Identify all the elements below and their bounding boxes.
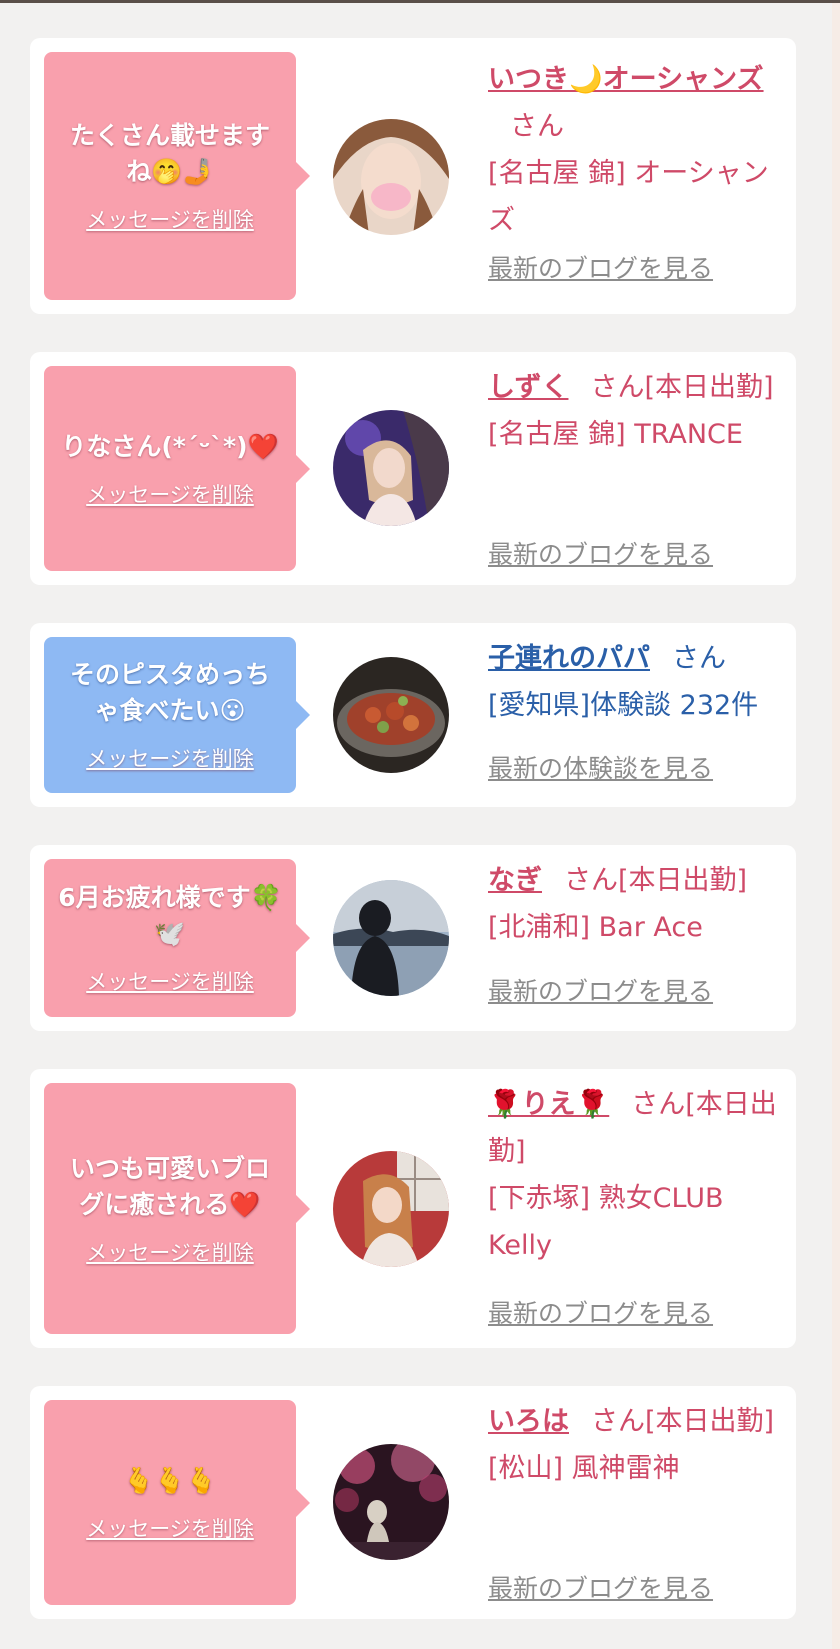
scroll-edge	[832, 3, 840, 1649]
honorific: さん	[510, 111, 564, 142]
avatar[interactable]	[333, 119, 449, 235]
message-text: 🫰🫰🫰	[123, 1465, 217, 1495]
message-bubble: 6月お疲れ様です🍀🕊️ メッセージを削除	[44, 859, 310, 1017]
latest-blog-link[interactable]: 最新のブログを見る	[488, 1294, 713, 1330]
avatar[interactable]	[333, 657, 449, 773]
message-card: りなさん(*´ᵕ`*)❤️ メッセージを削除 しずく さん[本日出勤] [名古屋 …	[30, 352, 796, 585]
message-text: いつも可愛いブログに癒される❤️	[69, 1153, 270, 1219]
shop-label: [下赤塚] 熟女CLUB Kelly	[488, 1183, 724, 1261]
message-bubble: りなさん(*´ᵕ`*)❤️ メッセージを削除	[44, 366, 310, 571]
user-name-line: なぎ さん[本日出勤]	[488, 857, 788, 904]
user-name-link[interactable]: いつき🌙オーシャンズ	[488, 64, 764, 95]
message-text: そのピスタめっちゃ食べたい😮	[69, 660, 270, 725]
avatar[interactable]	[333, 1151, 449, 1267]
message-text: りなさん(*´ᵕ`*)❤️	[61, 431, 279, 461]
shop-label: [名古屋 錦] TRANCE	[488, 419, 743, 450]
message-card: そのピスタめっちゃ食べたい😮 メッセージを削除 子連れのパパ さん [愛知県]体験…	[30, 623, 796, 807]
message-card: たくさん載せますね🤭🤳 メッセージを削除 いつき🌙オーシャンズさん [名古屋 錦…	[30, 38, 796, 314]
user-name-link[interactable]: 🌹りえ🌹	[488, 1089, 609, 1120]
avatar[interactable]	[333, 880, 449, 996]
user-name-line: いつき🌙オーシャンズさん	[488, 56, 788, 150]
shop-label: [名古屋 錦] オーシャンズ	[488, 158, 769, 236]
message-text: たくさん載せますね🤭🤳	[69, 121, 270, 186]
user-name-link[interactable]: 子連れのパパ	[488, 643, 650, 674]
honorific: さん[本日出勤]	[564, 865, 748, 896]
latest-blog-link[interactable]: 最新のブログを見る	[488, 972, 713, 1008]
message-bubble: そのピスタめっちゃ食べたい😮 メッセージを削除	[44, 637, 310, 793]
avatar[interactable]	[333, 1444, 449, 1560]
shop-label: [松山] 風神雷神	[488, 1453, 680, 1484]
user-name-line: いろは さん[本日出勤]	[488, 1398, 788, 1445]
honorific: さん[本日出勤]	[591, 1406, 775, 1437]
top-border	[0, 0, 840, 3]
avatar[interactable]	[333, 410, 449, 526]
delete-message-link[interactable]: メッセージを削除	[86, 1237, 254, 1267]
message-bubble: 🫰🫰🫰 メッセージを削除	[44, 1400, 310, 1605]
message-text: 6月お疲れ様です🍀🕊️	[58, 883, 282, 948]
message-bubble: たくさん載せますね🤭🤳 メッセージを削除	[44, 52, 310, 300]
latest-blog-link[interactable]: 最新のブログを見る	[488, 535, 713, 571]
message-bubble: いつも可愛いブログに癒される❤️ メッセージを削除	[44, 1083, 310, 1334]
message-card: 🫰🫰🫰 メッセージを削除 いろは さん[本日出勤] [松山] 風神雷神 最新のブロ…	[30, 1386, 796, 1619]
delete-message-link[interactable]: メッセージを削除	[86, 204, 254, 234]
user-name-line: しずく さん[本日出勤]	[488, 364, 788, 411]
delete-message-link[interactable]: メッセージを削除	[86, 966, 254, 996]
shop-label: [愛知県]体験談 232件	[488, 690, 759, 721]
user-name-line: 🌹りえ🌹 さん[本日出勤]	[488, 1081, 788, 1175]
message-card: いつも可愛いブログに癒される❤️ メッセージを削除 🌹りえ🌹 さん[本日出勤] […	[30, 1069, 796, 1348]
user-name-line: 子連れのパパ さん	[488, 635, 788, 682]
message-card: 6月お疲れ様です🍀🕊️ メッセージを削除 なぎ さん[本日出勤] [北浦和] Ba…	[30, 845, 796, 1031]
latest-blog-link[interactable]: 最新のブログを見る	[488, 1569, 713, 1605]
honorific: さん[本日出勤]	[590, 372, 774, 403]
latest-experience-link[interactable]: 最新の体験談を見る	[488, 749, 713, 785]
latest-blog-link[interactable]: 最新のブログを見る	[488, 249, 713, 285]
delete-message-link[interactable]: メッセージを削除	[86, 479, 254, 509]
shop-label: [北浦和] Bar Ace	[488, 912, 703, 943]
honorific: さん	[672, 643, 726, 674]
delete-message-link[interactable]: メッセージを削除	[86, 743, 254, 773]
user-name-link[interactable]: なぎ	[488, 865, 542, 896]
user-name-link[interactable]: いろは	[488, 1406, 569, 1437]
user-name-link[interactable]: しずく	[488, 372, 568, 403]
delete-message-link[interactable]: メッセージを削除	[86, 1513, 254, 1543]
